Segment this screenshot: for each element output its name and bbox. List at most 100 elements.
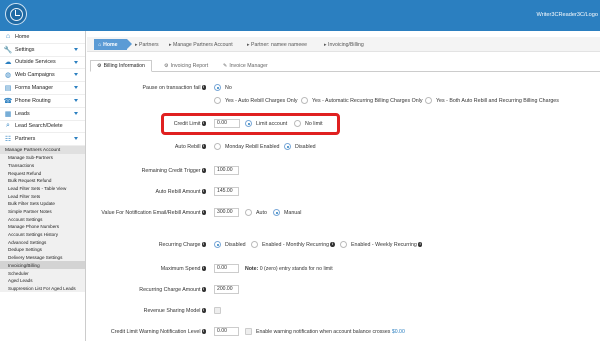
breadcrumb-item[interactable]: ▸ Partner: namee nameee	[247, 42, 307, 48]
pause-auto-rebill-radio[interactable]	[214, 97, 221, 104]
sidebar-item-settings[interactable]: 🔧 Settings	[0, 44, 85, 57]
recurring-monthly-radio[interactable]	[251, 241, 258, 248]
max-spend-label: Maximum Spend i	[161, 266, 206, 272]
tab-billing-information[interactable]: ⚙ Billing Information	[90, 60, 152, 72]
recurring-weekly-radio[interactable]	[340, 241, 347, 248]
pause-auto-rebill-label: Yes - Auto Rebill Charges Only	[225, 98, 298, 104]
max-spend-label-text: Maximum Spend	[160, 266, 201, 272]
cloud-icon: ☁	[4, 59, 12, 67]
warning-enable-checkbox[interactable]	[245, 328, 252, 335]
info-icon: i	[201, 168, 206, 173]
sidebar-subitem[interactable]: Manage Sub-Partners	[0, 153, 85, 162]
credit-limit-label-text: Credit Limit	[173, 121, 201, 127]
sidebar-subitem[interactable]: Dedupe Settings	[0, 246, 85, 254]
recurring-amount-input[interactable]: 200.00	[214, 285, 239, 294]
sidebar-subitem[interactable]: Simple Partner Notes	[0, 207, 85, 216]
sidebar-subitem[interactable]: Lead Filter Sets	[0, 192, 85, 200]
gear-icon: ⚙	[164, 63, 169, 69]
sidebar-item-lead-search[interactable]: ⌕ Lead Search/Delete	[0, 121, 85, 134]
max-spend-input[interactable]: 0.00	[214, 264, 239, 273]
notif-value-input[interactable]: 300.00	[214, 208, 239, 217]
rebill-disabled-label: Disabled	[295, 144, 316, 150]
breadcrumb-label: Partners	[139, 42, 159, 48]
sidebar-subitem[interactable]: Scheduler	[0, 269, 85, 277]
sidebar-item-phone-routing[interactable]: ☎ Phone Routing	[0, 95, 85, 108]
recurring-disabled-label: Disabled	[225, 242, 246, 248]
sidebar-subitem[interactable]: Aged Leads	[0, 276, 85, 285]
sidebar-item-web-campaigns[interactable]: ◍ Web Campaigns	[0, 69, 85, 83]
sidebar-subitem[interactable]: Account Settings	[0, 215, 85, 224]
info-icon: i	[201, 242, 206, 247]
sidebar-subitem[interactable]: Account Settings History	[0, 230, 85, 239]
pause-no-radio[interactable]	[214, 84, 221, 91]
auto-rebill-label-text: Auto Rebill	[174, 144, 201, 150]
breadcrumb-item[interactable]: ▸ Manage Partners Account	[169, 42, 233, 48]
form-icon: ▤	[4, 85, 12, 93]
recurring-amount-label-text: Recurring Charge Amount	[139, 287, 201, 293]
sidebar-item-label: Partners	[15, 136, 36, 143]
notif-value-label: Value For Notification Email/Rebill Amou…	[101, 210, 206, 216]
breadcrumb-item[interactable]: ▸ Partners	[135, 42, 159, 48]
warning-level-label-text: Credit Limit Warning Notification Level	[110, 329, 201, 335]
recurring-charge-label-text: Recurring Charge	[158, 242, 201, 248]
notif-auto-radio[interactable]	[245, 209, 252, 216]
tab-invoicing-report[interactable]: ⚙ Invoicing Report	[158, 60, 214, 72]
sidebar-subitem[interactable]: Transactions	[0, 161, 85, 170]
recurring-weekly-text: Enabled - Weekly Recurring	[351, 242, 417, 248]
auto-rebill-amount-label-text: Auto Rebill Amount	[155, 189, 201, 195]
sidebar-subitem[interactable]: Bulk Filter Sets Update	[0, 199, 85, 208]
sidebar-subitem[interactable]: Delivery Message Settings	[0, 253, 85, 262]
recurring-monthly-label: Enabled - Monthly Recurring i	[262, 242, 335, 248]
leads-icon: ▦	[4, 110, 12, 118]
rebill-disabled-radio[interactable]	[284, 143, 291, 150]
recurring-disabled-radio[interactable]	[214, 241, 221, 248]
sidebar-subitem[interactable]: Bulk Request Refund	[0, 176, 85, 185]
note-bold: Note:	[245, 266, 259, 272]
monday-rebill-label: Monday Rebill Enabled	[225, 144, 280, 150]
sidebar-subitem[interactable]: Lead Filter Sets - Table View	[0, 184, 85, 193]
info-icon: i	[417, 242, 423, 247]
chevron-down-icon	[74, 98, 78, 102]
tab-invoice-manager[interactable]: ✎ Invoice Manager	[217, 60, 274, 72]
breadcrumb-label: Partner: namee nameee	[251, 42, 307, 48]
credit-limit-input[interactable]: 0.00	[214, 119, 240, 128]
pause-recurring-radio[interactable]	[301, 97, 308, 104]
home-icon: ⌂	[5, 33, 11, 41]
sidebar-subitem[interactable]: Manage Partners Account	[0, 146, 85, 154]
warning-level-input[interactable]: 0.00	[214, 327, 239, 336]
warning-amount: $0.00	[391, 329, 405, 335]
sidebar-item-label: Outside Services	[15, 59, 56, 66]
sidebar-subitem[interactable]: Suppression List For Aged Leads	[0, 284, 85, 293]
sidebar-subitem[interactable]: Advanced Settings	[0, 238, 85, 247]
breadcrumb-home[interactable]: ⌂ Home	[94, 39, 132, 50]
max-spend-note: Note: 0 (zero) entry stands for no limit	[245, 266, 333, 272]
user-path[interactable]: Writer3CReader3C/Logo	[537, 12, 598, 18]
app-logo-icon[interactable]	[5, 3, 27, 25]
sidebar-subitem-active[interactable]: Invoicing/Billing	[0, 261, 85, 270]
warning-enable-label: Enable warning notification when account…	[256, 329, 405, 335]
sidebar-item-outside-services[interactable]: ☁ Outside Services	[0, 57, 85, 70]
no-limit-radio[interactable]	[294, 120, 301, 127]
sidebar-item-leads[interactable]: ▦ Leads	[0, 108, 85, 121]
pause-both-radio[interactable]	[425, 97, 432, 104]
no-limit-label: No limit	[305, 121, 323, 127]
recurring-charge-label: Recurring Charge i	[159, 242, 206, 248]
notif-value-label-text: Value For Notification Email/Rebill Amou…	[101, 210, 201, 216]
info-icon: i	[201, 287, 206, 292]
sidebar-item-label: Forms Manager	[15, 85, 54, 92]
monday-rebill-radio[interactable]	[214, 143, 221, 150]
sidebar-item-home[interactable]: ⌂ Home	[0, 31, 85, 44]
revenue-sharing-checkbox[interactable]	[214, 307, 221, 314]
limit-account-radio[interactable]	[245, 120, 252, 127]
sidebar-subitem[interactable]: Manage Phone Numbers	[0, 223, 85, 231]
sidebar-subitem[interactable]: Request Refund	[0, 169, 85, 177]
auto-rebill-amount-input[interactable]: 145.00	[214, 187, 239, 196]
sidebar-item-partners[interactable]: ☷ Partners	[0, 133, 85, 147]
warning-text: Enable warning notification when account…	[256, 329, 391, 335]
remaining-trigger-input[interactable]: 100.00	[214, 166, 239, 175]
sidebar-item-forms-manager[interactable]: ▤ Forms Manager	[0, 82, 85, 95]
note-text: 0 (zero) entry stands for no limit	[259, 266, 333, 272]
pause-no-label: No	[225, 85, 232, 91]
notif-manual-label: Manual	[284, 210, 302, 216]
notif-manual-radio[interactable]	[273, 209, 280, 216]
